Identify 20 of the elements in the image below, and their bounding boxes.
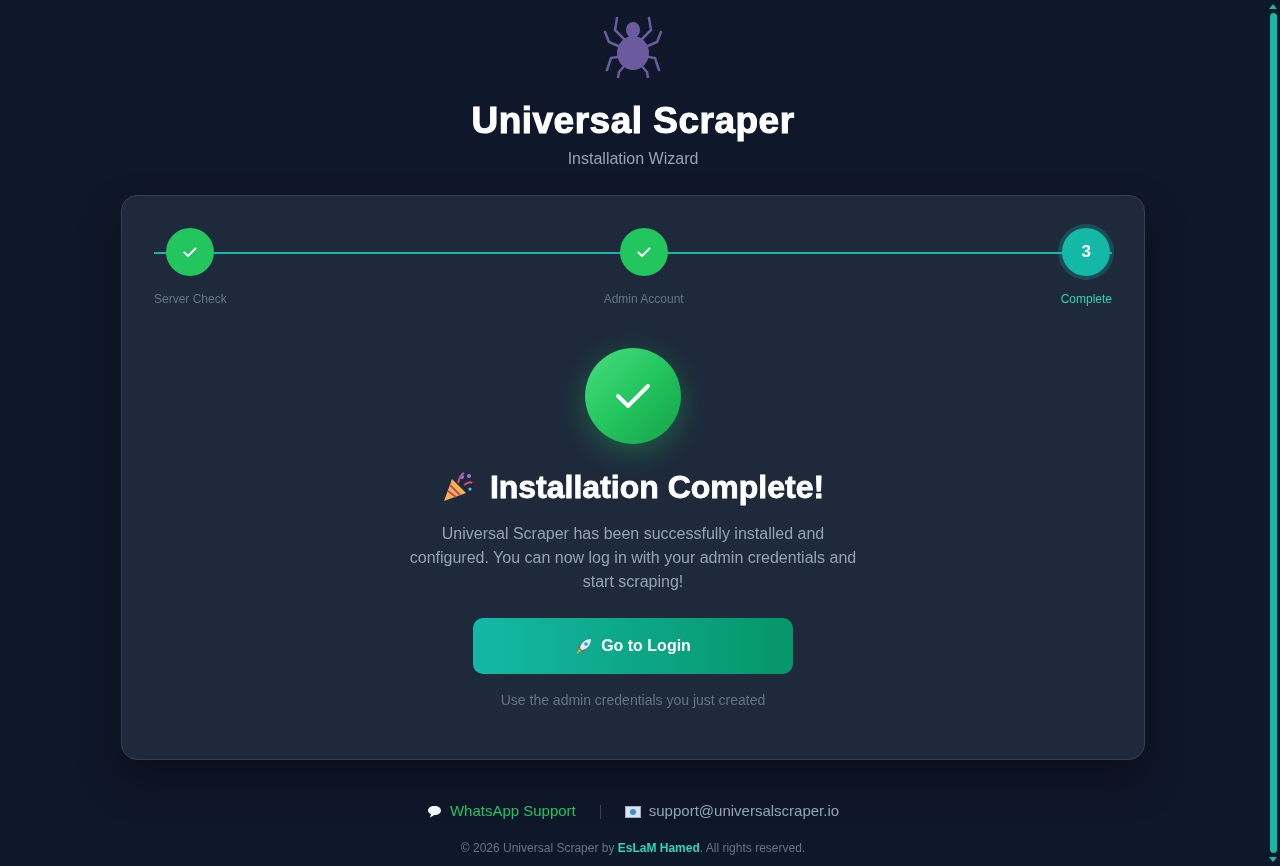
login-hint: Use the admin credentials you just created	[500, 691, 766, 711]
step-label: Admin Account	[603, 291, 684, 308]
step-label: Complete	[1060, 291, 1112, 308]
party-popper-icon	[441, 471, 474, 504]
author-link[interactable]: EsLaM Hamed	[617, 840, 700, 855]
app-subtitle: Installation Wizard	[567, 149, 699, 169]
copyright-text: © 2026 Universal Scraper by EsLaM Hamed. All rights reserved.	[460, 839, 806, 857]
step-label: Server Check	[154, 291, 227, 308]
support-email-link[interactable]: support@universalscraper.io	[624, 800, 840, 823]
step-number: 3	[1062, 228, 1111, 276]
scroll-up-icon[interactable]	[1269, 4, 1277, 9]
envelope-icon	[624, 805, 641, 818]
app-title: Universal Scraper	[471, 102, 795, 139]
success-message: Universal Scraper has been successfully installed and configured. You can now log in with your admin credentials and start scraping!	[408, 524, 858, 593]
whatsapp-support-link[interactable]: WhatsApp Support	[426, 800, 576, 823]
rocket-icon	[575, 637, 594, 656]
scroll-down-icon[interactable]	[1269, 857, 1277, 862]
speech-bubble-icon	[426, 805, 442, 819]
spider-icon	[603, 16, 663, 78]
success-title: Installation Complete!	[489, 468, 825, 507]
